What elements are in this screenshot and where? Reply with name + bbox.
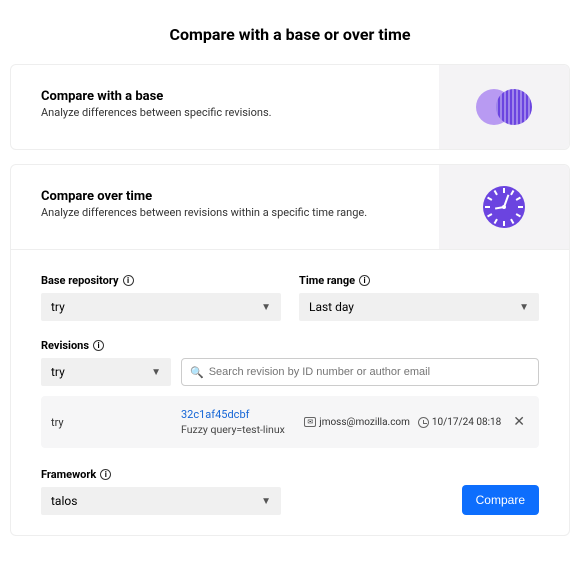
revision-hash[interactable]: 32c1af45dcbf [181, 408, 304, 421]
time-range-select[interactable]: Last day ▼ [299, 293, 539, 321]
page-title: Compare with a base or over time [0, 0, 580, 64]
revision-query: Fuzzy query=test-linux [181, 423, 304, 436]
revisions-label: Revisions [41, 339, 89, 352]
clock-small-icon [418, 417, 429, 428]
remove-revision-button[interactable]: ✕ [509, 414, 529, 430]
venn-icon [439, 65, 569, 149]
compare-button[interactable]: Compare [462, 485, 539, 515]
chevron-down-icon: ▼ [261, 496, 271, 507]
revision-search-input[interactable]: 🔍 [181, 358, 539, 386]
card-base-desc: Analyze differences between specific rev… [41, 106, 419, 119]
chevron-down-icon: ▼ [519, 302, 529, 313]
revisions-repo-value: try [51, 365, 65, 379]
chevron-down-icon: ▼ [151, 367, 161, 378]
clock-icon [439, 165, 569, 249]
revision-email: jmoss@mozilla.com [319, 417, 410, 428]
revisions-repo-select[interactable]: try ▼ [41, 358, 171, 386]
framework-select[interactable]: talos ▼ [41, 487, 281, 515]
base-repo-select[interactable]: try ▼ [41, 293, 281, 321]
framework-label: Framework [41, 468, 96, 481]
revision-repo: try [51, 416, 181, 429]
card-time-title: Compare over time [41, 189, 419, 204]
card-base-title: Compare with a base [41, 89, 419, 104]
card-time-desc: Analyze differences between revisions wi… [41, 206, 419, 219]
card-compare-base[interactable]: Compare with a base Analyze differences … [10, 64, 570, 150]
revision-row: try 32c1af45dcbf Fuzzy query=test-linux … [41, 396, 539, 448]
compare-form: Base repository i try ▼ Time range i Las… [10, 234, 570, 536]
revision-search-field[interactable] [209, 366, 530, 378]
base-repo-value: try [51, 300, 65, 314]
chevron-down-icon: ▼ [261, 302, 271, 313]
search-icon: 🔍 [190, 366, 204, 379]
info-icon[interactable]: i [100, 469, 111, 480]
time-range-value: Last day [309, 300, 354, 314]
info-icon[interactable]: i [123, 275, 134, 286]
mail-icon: ✉ [304, 417, 316, 427]
info-icon[interactable]: i [359, 275, 370, 286]
time-range-label: Time range [299, 274, 355, 287]
base-repo-label: Base repository [41, 274, 119, 287]
info-icon[interactable]: i [93, 340, 104, 351]
card-compare-time[interactable]: Compare over time Analyze differences be… [10, 164, 570, 250]
framework-value: talos [51, 494, 77, 508]
revision-timestamp: 10/17/24 08:18 [432, 417, 501, 428]
